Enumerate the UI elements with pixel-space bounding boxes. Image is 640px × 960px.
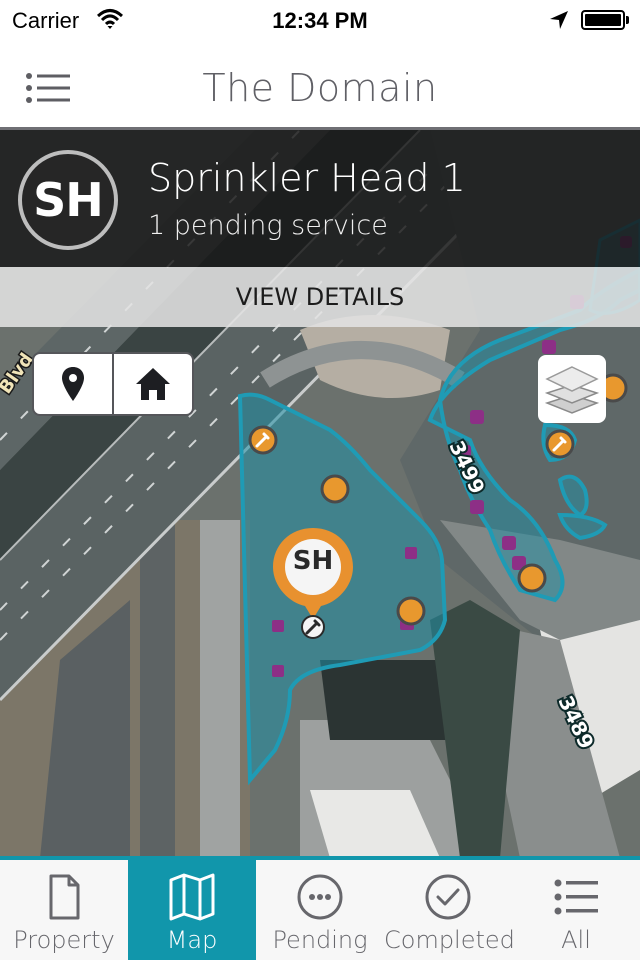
wrench-marker-icon	[301, 615, 325, 639]
layers-button[interactable]	[538, 355, 606, 423]
asset-marker	[396, 596, 426, 626]
pending-marker	[405, 547, 417, 559]
layers-icon	[545, 366, 599, 414]
page-title: The Domain	[202, 66, 438, 110]
selected-asset-marker[interactable]: SH	[272, 527, 354, 639]
battery-tip	[626, 16, 629, 24]
asset-avatar: SH	[18, 150, 118, 250]
tab-label: Completed	[384, 926, 515, 954]
tab-label: Map	[166, 926, 218, 954]
tab-label: All	[561, 926, 591, 954]
asset-info-panel[interactable]: SH Sprinkler Head 1 1 pending service	[0, 130, 640, 267]
map-icon	[169, 873, 215, 921]
home-button[interactable]	[114, 354, 192, 414]
clock: 12:34 PM	[272, 8, 368, 33]
asset-name: Sprinkler Head 1	[148, 156, 466, 200]
pending-marker	[542, 340, 556, 354]
service-marker	[545, 429, 575, 459]
tab-bar: Property Map Pending Completed All	[0, 856, 640, 960]
asset-pending-count: 1 pending service	[148, 210, 388, 241]
battery-icon	[581, 10, 625, 30]
asset-marker	[517, 563, 547, 593]
tab-pending[interactable]: Pending	[256, 860, 384, 960]
pending-marker	[272, 665, 284, 677]
location-arrow-icon	[550, 11, 568, 29]
tab-label: Property	[13, 926, 115, 954]
document-icon	[49, 874, 80, 920]
check-circle-icon	[425, 874, 471, 920]
ellipsis-circle-icon	[297, 874, 343, 920]
status-bar: Carrier 12:34 PM	[0, 0, 640, 40]
tab-label: Pending	[272, 926, 368, 954]
pending-marker	[470, 500, 484, 514]
pending-marker	[502, 536, 516, 550]
tab-all[interactable]: All	[512, 860, 640, 960]
locate-button[interactable]	[34, 354, 112, 414]
tab-property[interactable]: Property	[0, 860, 128, 960]
map-pin-marker-icon	[273, 528, 353, 619]
nav-bar: The Domain	[0, 40, 640, 130]
map-controls	[32, 352, 194, 416]
service-marker	[248, 425, 278, 455]
marker-initials: SH	[292, 546, 334, 576]
asset-marker	[320, 474, 350, 504]
list-icon	[554, 879, 598, 915]
view-details-button[interactable]: VIEW DETAILS	[0, 267, 640, 327]
map-pin-icon	[62, 367, 84, 401]
home-icon	[136, 368, 170, 400]
pending-marker	[470, 410, 484, 424]
tab-completed[interactable]: Completed	[384, 860, 515, 960]
tab-map[interactable]: Map	[128, 860, 256, 960]
